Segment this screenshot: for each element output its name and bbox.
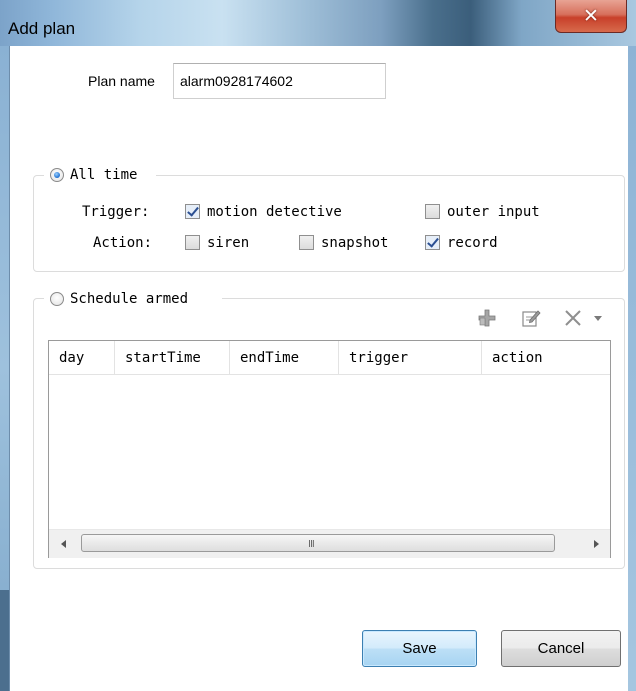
edit-icon[interactable] — [520, 307, 542, 329]
trigger-label: Trigger: — [82, 204, 150, 220]
close-icon: ✕ — [583, 5, 599, 27]
add-icon[interactable] — [476, 307, 498, 329]
scrollbar-thumb[interactable]: III — [81, 534, 555, 552]
outer-input-checkbox[interactable] — [425, 204, 440, 219]
outer-input-label: outer input — [447, 204, 540, 220]
schedule-table[interactable]: day startTime endTime trigger action III — [48, 340, 611, 558]
schedule-armed-label: Schedule armed — [70, 291, 189, 307]
schedule-armed-radio[interactable] — [50, 292, 64, 306]
record-label: record — [447, 235, 498, 251]
window-title: Add plan — [8, 19, 76, 38]
add-plan-dialog: Add plan ✕ Plan name All time Trigger: m… — [0, 0, 636, 691]
plan-name-input[interactable] — [173, 63, 386, 99]
action-label: Action: — [93, 235, 153, 251]
cancel-button[interactable]: Cancel — [501, 630, 621, 667]
all-time-radio[interactable] — [50, 168, 64, 182]
column-header-action[interactable]: action — [482, 341, 610, 374]
snapshot-label: snapshot — [321, 235, 389, 251]
scrollbar-grip-icon: III — [308, 539, 315, 550]
delete-icon[interactable] — [562, 307, 584, 329]
all-time-label: All time — [70, 167, 138, 183]
window-frame-right — [628, 46, 636, 691]
motion-detective-checkbox[interactable] — [185, 204, 200, 219]
all-time-group — [33, 175, 625, 272]
siren-label: siren — [207, 235, 250, 251]
scroll-left-icon[interactable] — [61, 540, 66, 548]
record-checkbox[interactable] — [425, 235, 440, 250]
column-header-end-time[interactable]: endTime — [230, 341, 339, 374]
horizontal-scrollbar[interactable]: III — [49, 529, 610, 558]
snapshot-checkbox[interactable] — [299, 235, 314, 250]
close-button[interactable]: ✕ — [555, 0, 627, 33]
scroll-right-icon[interactable] — [594, 540, 599, 548]
title-bar[interactable]: Add plan ✕ — [0, 0, 636, 46]
column-header-day[interactable]: day — [49, 341, 115, 374]
save-button[interactable]: Save — [362, 630, 477, 667]
column-header-start-time[interactable]: startTime — [115, 341, 230, 374]
plan-name-label: Plan name — [88, 73, 155, 89]
motion-detective-label: motion detective — [207, 204, 342, 220]
dropdown-arrow-icon[interactable] — [591, 307, 605, 329]
schedule-table-header: day startTime endTime trigger action — [49, 341, 610, 375]
window-frame-left-shadow — [0, 590, 9, 691]
siren-checkbox[interactable] — [185, 235, 200, 250]
column-header-trigger[interactable]: trigger — [339, 341, 482, 374]
